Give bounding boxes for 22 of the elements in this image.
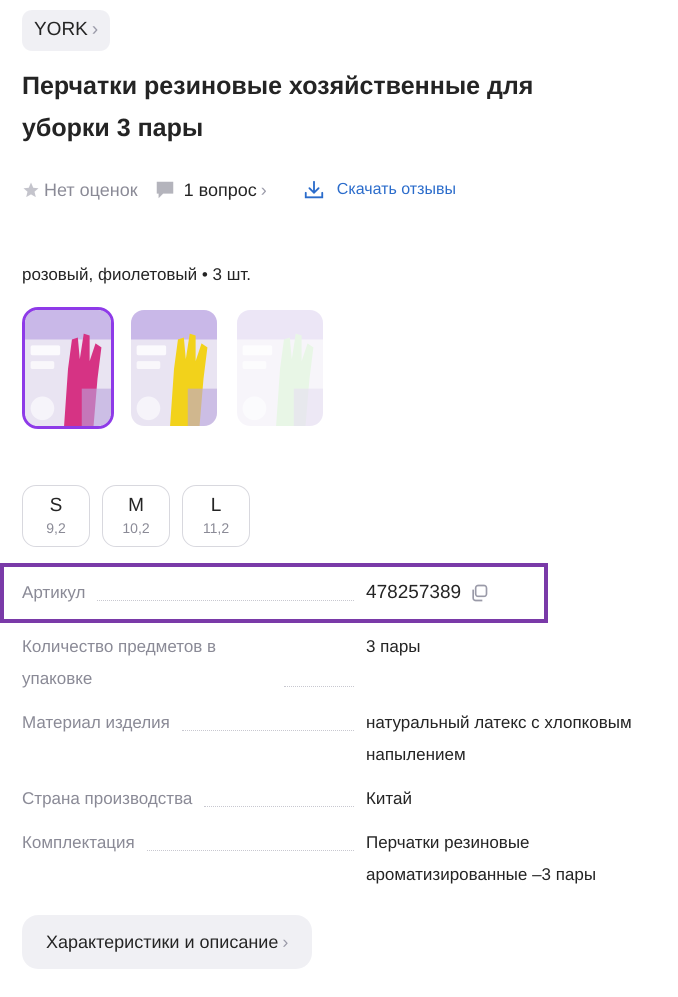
questions-link[interactable]: 1 вопрос › (184, 176, 267, 204)
spec-label: Страна производства (22, 788, 192, 810)
spec-label: Комплектация (22, 832, 135, 854)
size-option[interactable]: S 9,2 (22, 485, 90, 547)
brand-link[interactable]: YORK › (22, 10, 110, 50)
size-option[interactable]: L 11,2 (182, 485, 250, 547)
rating-text: Нет оценок (44, 178, 138, 202)
download-reviews-link[interactable]: Скачать отзывы (302, 178, 456, 202)
spec-label: Количество предметов в упаковке (22, 636, 218, 690)
spec-value: 478257389 (366, 581, 462, 605)
spec-value: Китай (366, 788, 412, 810)
details-button[interactable]: Характеристики и описание › (22, 915, 312, 969)
spec-label: Материал изделия (22, 712, 170, 734)
spec-value: 3 пары (366, 636, 421, 658)
product-title: Перчатки резиновые хозяйственные для уборки 3 пары (22, 70, 534, 144)
spec-label: Артикул (22, 582, 86, 604)
variant-caption: розовый, фиолетовый • 3 шт. (22, 264, 252, 286)
spec-value: Перчатки резиновые ароматизированные –3 пары (366, 832, 598, 886)
size-option[interactable]: M 10,2 (102, 485, 170, 547)
star-icon (22, 181, 40, 199)
download-icon (302, 179, 325, 201)
spec-value: натуральный латекс с хлопковым напылением (366, 712, 633, 766)
